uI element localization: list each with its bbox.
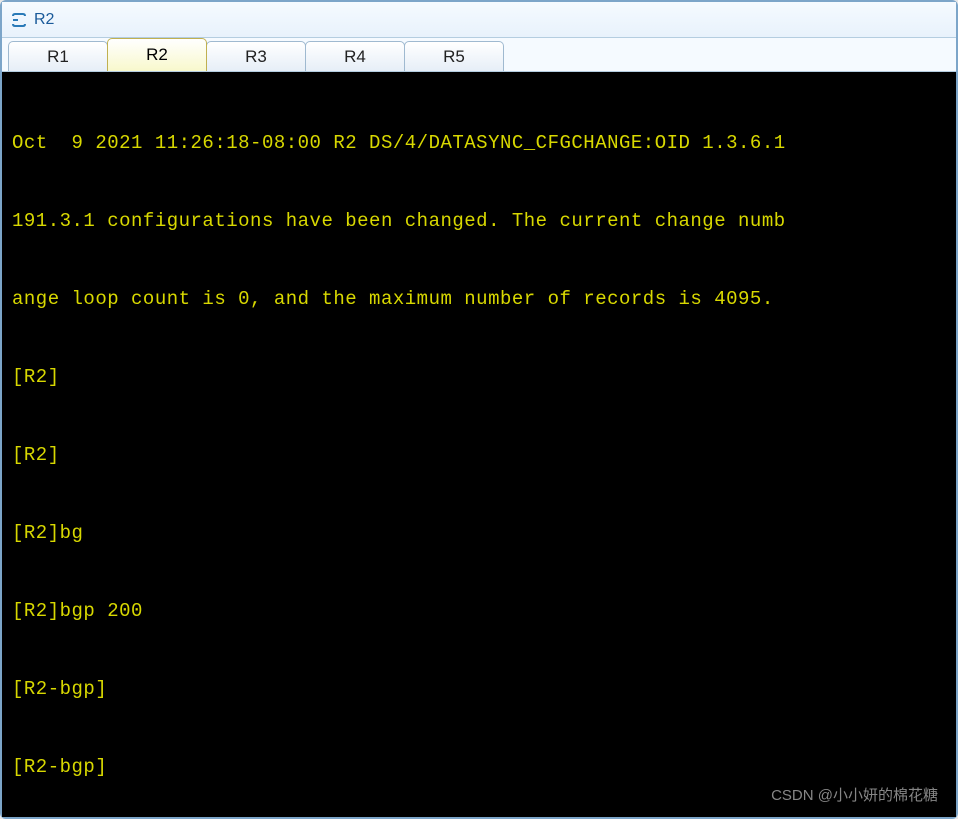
terminal-line: [R2-bgp] bbox=[12, 676, 946, 702]
terminal-line: Oct 9 2021 11:26:18-08:00 R2 DS/4/DATASY… bbox=[12, 130, 946, 156]
terminal-line: [R2]bgp 200 bbox=[12, 598, 946, 624]
app-icon bbox=[10, 11, 28, 29]
tab-r5[interactable]: R5 bbox=[404, 41, 504, 71]
titlebar[interactable]: R2 bbox=[2, 2, 956, 38]
terminal-line: 191.3.1 configurations have been changed… bbox=[12, 208, 946, 234]
terminal-line: [R2]bg bbox=[12, 520, 946, 546]
window-title: R2 bbox=[34, 11, 54, 29]
watermark: CSDN @小小妍的棉花糖 bbox=[771, 784, 938, 805]
terminal-line: [R2] bbox=[12, 442, 946, 468]
tab-r1[interactable]: R1 bbox=[8, 41, 108, 71]
tab-r3[interactable]: R3 bbox=[206, 41, 306, 71]
terminal-line: [R2-bgp] bbox=[12, 754, 946, 780]
tab-r2[interactable]: R2 bbox=[107, 38, 207, 71]
terminal-line: [R2] bbox=[12, 364, 946, 390]
tab-r4[interactable]: R4 bbox=[305, 41, 405, 71]
app-window: R2 R1 R2 R3 R4 R5 Oct 9 2021 11:26:18-08… bbox=[0, 0, 958, 819]
terminal[interactable]: Oct 9 2021 11:26:18-08:00 R2 DS/4/DATASY… bbox=[2, 72, 956, 817]
tabbar: R1 R2 R3 R4 R5 bbox=[2, 38, 956, 72]
terminal-line: ange loop count is 0, and the maximum nu… bbox=[12, 286, 946, 312]
